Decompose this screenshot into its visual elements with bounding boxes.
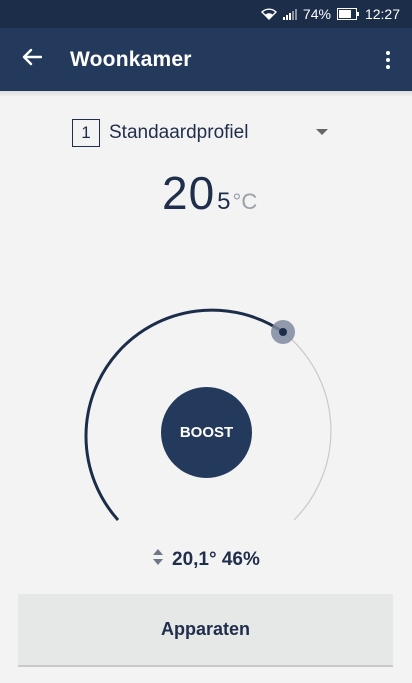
status-bar: 74% 12:27 [0,0,412,28]
sort-updown-icon [152,548,164,572]
wifi-icon [260,8,277,20]
setpoint-unit: °C [232,189,258,214]
profile-name: Standaardprofiel [109,122,249,143]
setpoint-temperature: 20 5 °C [162,166,257,220]
current-temp-humidity: 20,1° 46% [172,549,260,570]
profile-number-badge: 1 [72,119,100,147]
setpoint-whole: 20 [162,167,216,219]
page-title: Woonkamer [70,47,192,71]
more-vert-icon [386,50,390,55]
arrow-left-icon [22,48,43,71]
appbar-shadow [0,91,412,97]
dial-track-inactive [282,331,332,521]
back-button[interactable] [0,28,64,91]
clock: 12:27 [364,6,400,22]
devices-button[interactable]: Apparaten [18,594,393,667]
dial-knob-center [279,328,287,336]
dropdown-caret-icon[interactable] [316,129,328,135]
signal-icon [282,8,297,20]
battery-percentage: 74% [302,6,331,22]
setpoint-decimal: 5 [217,188,231,215]
battery-icon [336,8,359,20]
more-options-button[interactable] [378,28,398,91]
boost-button[interactable]: BOOST [161,387,252,478]
current-reading: 20,1° 46% [152,548,260,572]
app-bar: Woonkamer [0,28,412,91]
profile-selector[interactable]: 1 Standaardprofiel [72,118,248,148]
